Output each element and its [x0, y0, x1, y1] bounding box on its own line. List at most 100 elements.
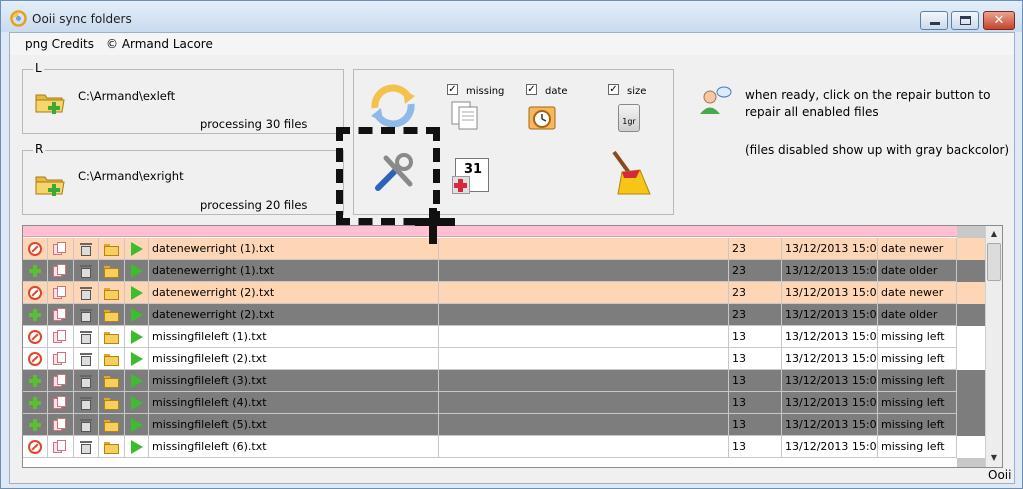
date-cell: 13/12/2013 15:07 — [782, 282, 878, 304]
maximize-button[interactable] — [951, 11, 979, 30]
scroll-down-icon[interactable]: ▼ — [986, 450, 1002, 466]
trash-icon[interactable] — [79, 352, 93, 366]
state-cell: date older — [878, 260, 957, 282]
size-cell: 23 — [729, 282, 782, 304]
folder-icon[interactable] — [104, 308, 119, 322]
plus-icon[interactable] — [28, 418, 42, 432]
file-grid[interactable]: datenewerright (1).txt 23 13/12/2013 15:07… — [22, 225, 1003, 468]
trash-icon[interactable] — [79, 286, 93, 300]
folder-icon[interactable] — [104, 418, 119, 432]
no-entry-icon[interactable] — [28, 440, 42, 454]
copy-icon[interactable] — [53, 330, 67, 344]
state-cell: missing left — [878, 436, 957, 458]
window-title: Ooii sync folders — [32, 12, 132, 26]
play-icon[interactable] — [130, 242, 144, 256]
left-processing-status: processing 30 files — [200, 117, 308, 131]
trash-icon[interactable] — [79, 308, 93, 322]
copy-icon[interactable] — [53, 308, 67, 322]
table-row[interactable]: missingfileleft (5).txt 13 13/12/2013 15:0… — [23, 414, 985, 436]
play-icon[interactable] — [130, 396, 144, 410]
trash-icon[interactable] — [79, 374, 93, 388]
refresh-icon[interactable] — [367, 82, 419, 130]
copy-icon[interactable] — [53, 352, 67, 366]
play-icon[interactable] — [130, 374, 144, 388]
date-cell: 13/12/2013 15:05 — [782, 326, 878, 348]
play-cell — [125, 370, 149, 392]
no-entry-icon[interactable] — [28, 242, 42, 256]
trash-icon[interactable] — [79, 440, 93, 454]
play-icon[interactable] — [130, 264, 144, 278]
spacer-cell — [439, 238, 729, 260]
table-row[interactable]: datenewerright (2).txt 23 13/12/2013 15:07… — [23, 282, 985, 304]
folder-icon[interactable] — [104, 286, 119, 300]
folder-icon[interactable] — [104, 396, 119, 410]
size-checkbox[interactable]: ✓ — [608, 84, 619, 95]
table-row[interactable]: missingfileleft (2).txt 13 13/12/2013 15:0… — [23, 348, 985, 370]
table-row[interactable]: missingfileleft (3).txt 13 13/12/2013 15:0… — [23, 370, 985, 392]
folder-cell — [99, 238, 125, 260]
copy-icon[interactable] — [53, 264, 67, 278]
table-row[interactable]: missingfileleft (4).txt 13 13/12/2013 15:0… — [23, 392, 985, 414]
play-icon[interactable] — [130, 418, 144, 432]
menu-png-credits[interactable]: png Credits — [25, 37, 94, 51]
scroll-up-icon[interactable]: ▲ — [986, 226, 1002, 242]
name-cell: datenewerright (1).txt — [149, 260, 439, 282]
title-bar[interactable]: Ooii sync folders ✕ — [1, 1, 1022, 32]
folder-icon[interactable] — [104, 352, 119, 366]
play-icon[interactable] — [130, 330, 144, 344]
state-cell: missing left — [878, 326, 957, 348]
date-checkbox[interactable]: ✓ — [526, 84, 537, 95]
folder-icon[interactable] — [104, 264, 119, 278]
weight-icon: 1gr — [618, 104, 640, 132]
trash-icon[interactable] — [79, 418, 93, 432]
folder-icon[interactable] — [104, 242, 119, 256]
name-cell: datenewerright (1).txt — [149, 238, 439, 260]
trash-icon[interactable] — [79, 330, 93, 344]
right-folder-group: R C:\Armand\exright processing 20 files — [22, 142, 344, 215]
trash-icon[interactable] — [79, 242, 93, 256]
name-cell: datenewerright (2).txt — [149, 304, 439, 326]
no-entry-icon[interactable] — [28, 330, 42, 344]
table-row[interactable]: datenewerright (1).txt 23 13/12/2013 15:06… — [23, 260, 985, 282]
broom-icon[interactable] — [606, 148, 652, 198]
table-row[interactable]: datenewerright (1).txt 23 13/12/2013 15:07… — [23, 238, 985, 260]
minimize-button[interactable] — [920, 11, 948, 30]
folder-icon[interactable] — [104, 374, 119, 388]
play-icon[interactable] — [130, 352, 144, 366]
copy-icon[interactable] — [53, 242, 67, 256]
folder-add-icon[interactable] — [35, 90, 65, 114]
folder-add-icon[interactable] — [35, 172, 65, 196]
sync-app-icon — [10, 10, 27, 27]
plus-icon[interactable] — [28, 396, 42, 410]
no-entry-icon[interactable] — [28, 286, 42, 300]
copy-icon[interactable] — [53, 286, 67, 300]
scroll-thumb[interactable] — [987, 243, 1001, 281]
copy-icon[interactable] — [53, 396, 67, 410]
vertical-scrollbar[interactable]: ▲ ▼ — [985, 226, 1002, 467]
missing-checkbox[interactable]: ✓ — [447, 84, 458, 95]
copy-icon[interactable] — [53, 374, 67, 388]
hint-line-1: when ready, click on the repair button t… — [745, 88, 991, 102]
table-row[interactable]: missingfileleft (6).txt 13 13/12/2013 15:0… — [23, 436, 985, 458]
trash-icon[interactable] — [79, 264, 93, 278]
plus-icon[interactable] — [28, 374, 42, 388]
copy-icon[interactable] — [53, 440, 67, 454]
folder-icon[interactable] — [104, 440, 119, 454]
play-icon[interactable] — [130, 440, 144, 454]
menu-author[interactable]: © Armand Lacore — [106, 37, 213, 51]
close-button[interactable]: ✕ — [983, 11, 1015, 30]
size-cell: 13 — [729, 414, 782, 436]
trash-icon[interactable] — [79, 396, 93, 410]
plus-icon[interactable] — [28, 264, 42, 278]
play-icon[interactable] — [130, 308, 144, 322]
copy-icon[interactable] — [53, 418, 67, 432]
status-cell — [23, 414, 48, 436]
folder-icon[interactable] — [104, 330, 119, 344]
copy-cell — [48, 326, 74, 348]
no-entry-icon[interactable] — [28, 352, 42, 366]
table-row[interactable]: datenewerright (2).txt 23 13/12/2013 15:06… — [23, 304, 985, 326]
play-icon[interactable] — [130, 286, 144, 300]
name-cell: missingfileleft (6).txt — [149, 436, 439, 458]
table-row[interactable]: missingfileleft (1).txt 13 13/12/2013 15:0… — [23, 326, 985, 348]
plus-icon[interactable] — [28, 308, 42, 322]
